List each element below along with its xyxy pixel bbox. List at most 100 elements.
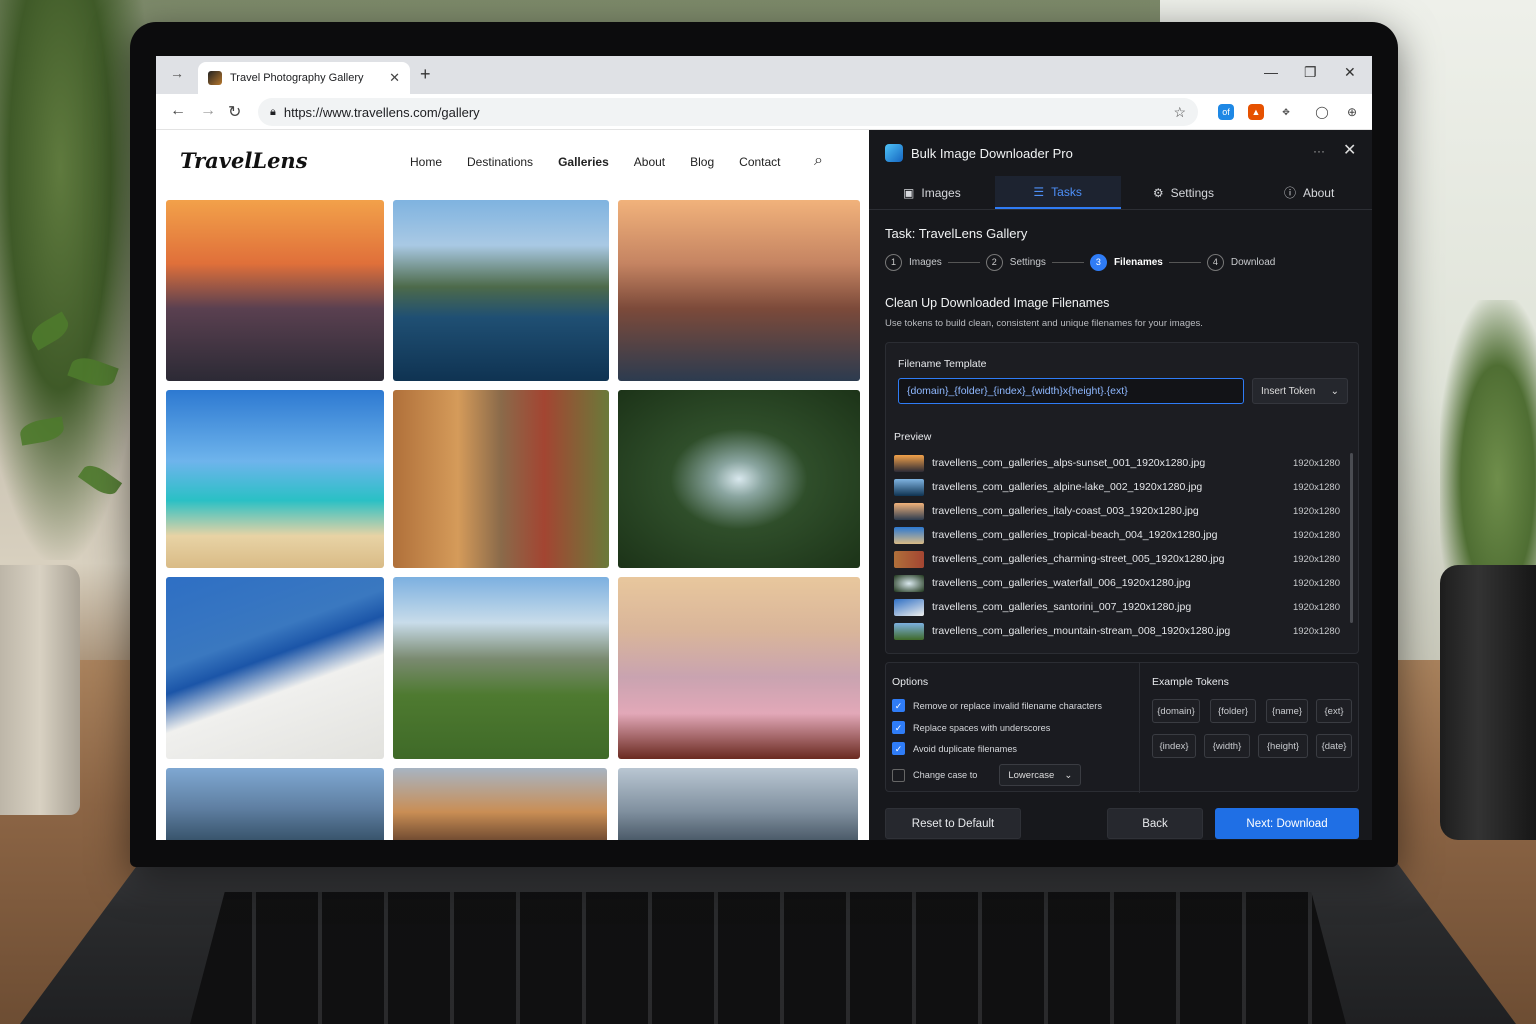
nav-home[interactable]: Home [410, 155, 442, 169]
step-number: 3 [1089, 254, 1107, 271]
step-images[interactable]: 1 Images [885, 254, 942, 271]
preview-filename: travellens_com_galleries_waterfall_006_1… [932, 577, 1191, 589]
tab-tasks[interactable]: ☰ Tasks [994, 176, 1121, 209]
photo-mountains[interactable] [166, 768, 384, 840]
nav-contact[interactable]: Contact [739, 155, 780, 169]
more-options-icon[interactable]: ··· [1313, 144, 1325, 158]
reset-to-default-button[interactable]: Reset to Default [885, 808, 1021, 839]
option-spaces[interactable]: ✓ Replace spaces with underscores [892, 721, 1050, 734]
puzzle-extensions-icon[interactable]: ✥ [1278, 104, 1294, 120]
step-download[interactable]: 4 Download [1206, 254, 1275, 271]
bookmark-star-icon[interactable]: ☆ [1173, 104, 1186, 121]
site-logo[interactable]: TravelLens [180, 148, 308, 173]
thumbnail [894, 526, 924, 544]
preview-row: travellens_com_galleries_charming-street… [894, 547, 1340, 571]
thumbnail [894, 598, 924, 616]
step-connector [1168, 262, 1201, 263]
browser-tab[interactable]: Travel Photography Gallery ✕ [198, 62, 410, 94]
thumbnail [894, 550, 924, 568]
panel-header: Bulk Image Downloader Pro [885, 144, 1073, 162]
checkbox-checked[interactable]: ✓ [892, 699, 905, 712]
photo-italy-coast[interactable] [618, 200, 860, 381]
photo-alpine-lake[interactable] [393, 200, 609, 381]
token-chip[interactable]: {name} [1266, 699, 1308, 723]
url-text: https://www.travellens.com/gallery [283, 104, 480, 120]
new-tab-icon[interactable]: + [420, 64, 431, 85]
close-window-icon[interactable]: ✕ [1344, 64, 1356, 81]
tab-scroll-icon[interactable]: → [170, 65, 184, 81]
preview-filename: travellens_com_galleries_charming-street… [932, 553, 1225, 565]
token-chip[interactable]: {width} [1204, 734, 1250, 758]
tab-about[interactable]: ⓘ About [1246, 176, 1372, 209]
preview-dimensions: 1920x1280 [1292, 529, 1340, 541]
nav-about[interactable]: About [634, 155, 665, 169]
section-description: Use tokens to build clean, consistent an… [885, 318, 1203, 329]
reload-icon[interactable]: ↻ [228, 102, 241, 122]
next-download-button[interactable]: Next: Download [1215, 808, 1359, 839]
token-chip[interactable]: {date} [1316, 734, 1352, 758]
checkbox-unchecked[interactable] [892, 768, 905, 782]
insert-token-button[interactable]: Insert Token ⌄ [1252, 378, 1348, 404]
extension-icon[interactable]: ▲ [1248, 104, 1264, 120]
gallery-website: TravelLens Home Destinations Galleries A… [156, 130, 869, 840]
close-panel-icon[interactable]: ✕ [1343, 140, 1356, 160]
profile-icon[interactable]: ◯ [1314, 104, 1330, 120]
photo-skyline[interactable] [618, 768, 858, 840]
photo-waterfall[interactable] [618, 390, 860, 568]
photo-city-sunset[interactable] [393, 768, 607, 840]
token-chip[interactable]: {folder} [1210, 699, 1256, 723]
photo-santorini[interactable] [166, 577, 384, 759]
site-nav: Home Destinations Galleries About Blog C… [410, 155, 781, 169]
photo-mountain-stream[interactable] [393, 577, 609, 759]
image-icon: ▣ [903, 185, 915, 200]
chevron-down-icon: ⌄ [1330, 385, 1339, 397]
token-chip[interactable]: {domain} [1152, 699, 1200, 723]
address-bar[interactable]: 🔒︎ https://www.travellens.com/gallery ☆ [258, 98, 1198, 126]
minimize-icon[interactable]: — [1264, 64, 1278, 80]
option-change-case[interactable]: Change case to Lowercase ⌄ [892, 764, 1082, 786]
nav-destinations[interactable]: Destinations [467, 155, 533, 169]
step-settings[interactable]: 2 Settings [985, 254, 1046, 271]
case-select[interactable]: Lowercase ⌄ [999, 764, 1082, 786]
search-icon[interactable]: ⌕ [814, 152, 823, 170]
option-label: Avoid duplicate filenames [913, 743, 1018, 754]
restore-icon[interactable]: ❐ [1304, 64, 1317, 81]
nav-blog[interactable]: Blog [690, 155, 714, 169]
photo-japan-pagoda[interactable] [618, 577, 860, 759]
preview-list: travellens_com_galleries_alps-sunset_001… [894, 451, 1350, 651]
nav-galleries[interactable]: Galleries [558, 155, 609, 169]
option-invalid-chars[interactable]: ✓ Remove or replace invalid filename cha… [892, 699, 1102, 712]
token-chip[interactable]: {index} [1152, 734, 1196, 758]
tab-settings[interactable]: ⚙ Settings [1121, 176, 1247, 209]
photo-charming-street[interactable] [393, 390, 609, 568]
step-number: 1 [885, 254, 902, 271]
filename-template-input[interactable]: {domain}_{folder}_{index}_{width}x{heigh… [898, 378, 1244, 404]
extension-icon[interactable]: of [1218, 104, 1234, 120]
preview-scrollbar[interactable] [1350, 453, 1353, 623]
preview-row: travellens_com_galleries_alpine-lake_002… [894, 475, 1340, 499]
token-chip[interactable]: {height} [1258, 734, 1308, 758]
checkbox-checked[interactable]: ✓ [892, 721, 905, 734]
tab-title: Travel Photography Gallery [230, 72, 364, 84]
laptop-keyboard [190, 892, 1346, 1024]
preview-dimensions: 1920x1280 [1292, 481, 1340, 493]
browser-toolbar: ← → ↻ 🔒︎ https://www.travellens.com/gall… [156, 94, 1372, 130]
photo-alps-sunset[interactable] [166, 200, 384, 381]
close-tab-icon[interactable]: ✕ [389, 70, 400, 86]
menu-icon[interactable]: ⊕ [1344, 104, 1360, 120]
tab-images[interactable]: ▣ Images [869, 176, 995, 209]
token-chip[interactable]: {ext} [1316, 699, 1352, 723]
forward-icon[interactable]: → [200, 102, 216, 120]
step-filenames[interactable]: 3 Filenames [1089, 254, 1163, 271]
option-duplicates[interactable]: ✓ Avoid duplicate filenames [892, 742, 1017, 755]
tab-label: About [1302, 185, 1335, 200]
photo-tropical-beach[interactable] [166, 390, 384, 568]
checkbox-checked[interactable]: ✓ [892, 742, 905, 755]
preview-label: Preview [894, 431, 932, 443]
template-card: Filename Template {domain}_{folder}_{ind… [885, 342, 1359, 654]
back-icon[interactable]: ← [170, 102, 186, 120]
insert-token-label: Insert Token [1261, 385, 1316, 397]
step-connector [1051, 262, 1084, 263]
back-button[interactable]: Back [1107, 808, 1203, 839]
background-plant [0, 0, 150, 560]
